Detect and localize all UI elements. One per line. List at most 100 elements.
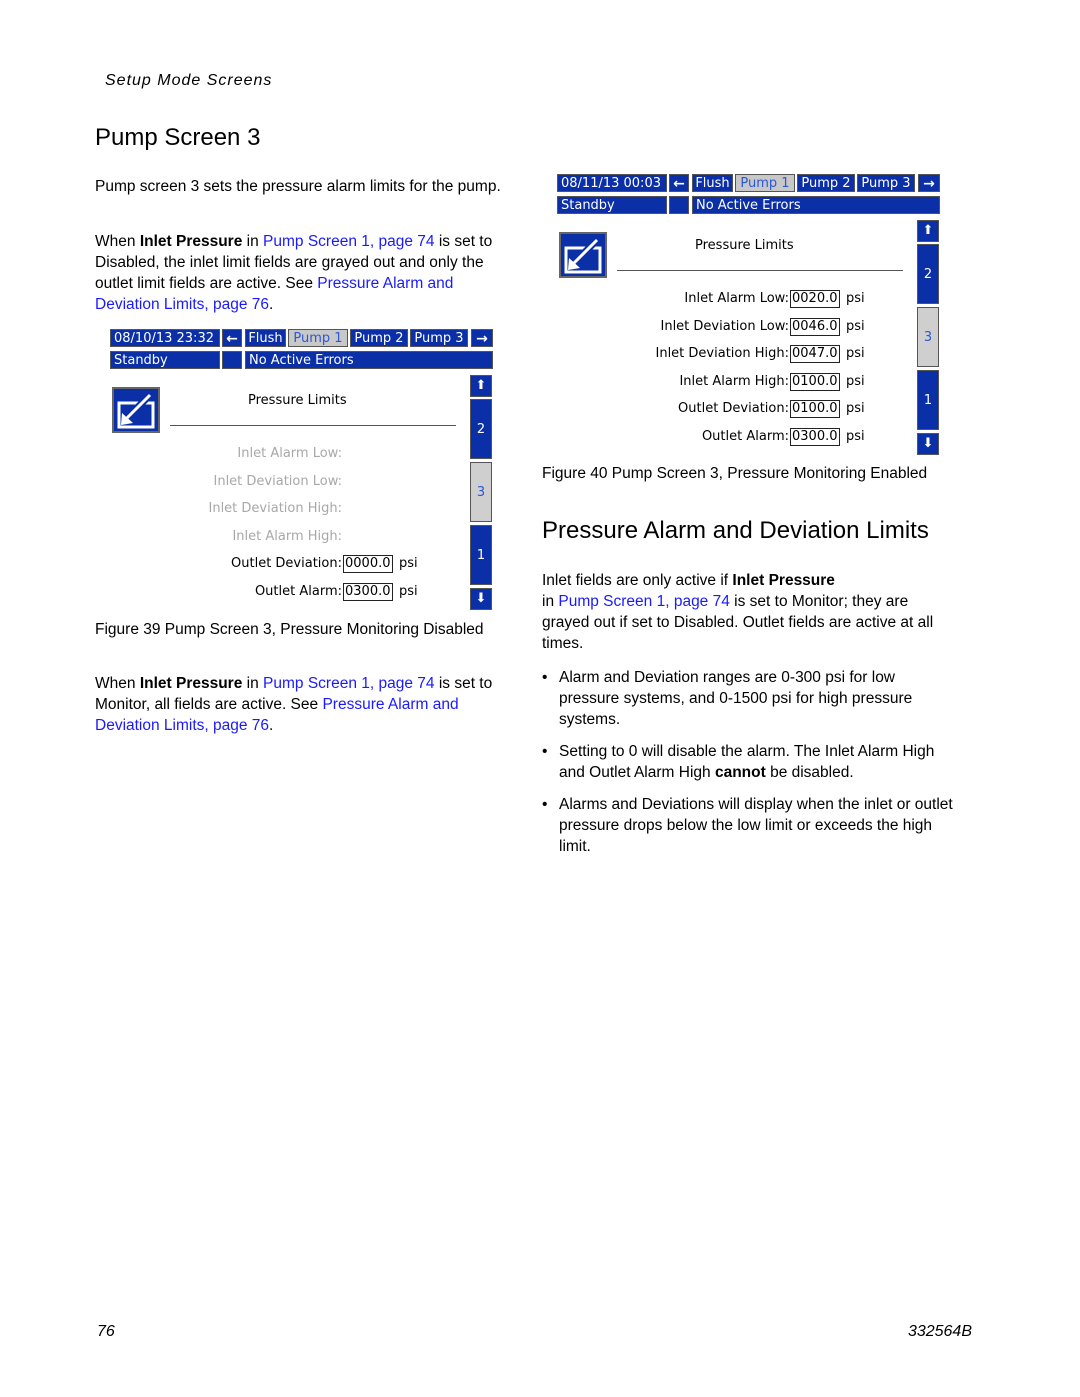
page-button-2[interactable]: 2 xyxy=(470,399,492,459)
errors-display: No Active Errors xyxy=(692,196,940,214)
label-text: Outlet Deviation: xyxy=(231,556,342,571)
bold-term: cannot xyxy=(714,764,766,781)
field-label: Outlet Deviation: xyxy=(231,555,342,573)
monitor-paragraph: When Inlet Pressure in Pump Screen 1, pa… xyxy=(95,673,515,736)
unit-label: psi xyxy=(846,373,865,389)
label-text: Outlet Alarm: xyxy=(254,583,342,599)
nav-left-arrow-icon[interactable]: ← xyxy=(669,174,689,192)
value-input[interactable]: 0300.0 xyxy=(343,582,393,601)
value-input[interactable]: 0047.0 xyxy=(790,345,840,363)
text: Inlet fields are only active if xyxy=(542,572,733,589)
label-text: Inlet Alarm High: xyxy=(232,528,342,544)
edit-icon[interactable] xyxy=(559,232,607,278)
bullet-icon: • xyxy=(542,743,548,760)
page-button-3[interactable]: 3 xyxy=(917,307,939,367)
label-text: Inlet Deviation High: xyxy=(208,501,343,516)
label-text: Inlet Alarm High: xyxy=(679,373,789,389)
edit-icon[interactable] xyxy=(112,387,160,433)
page-button-1[interactable]: 1 xyxy=(917,370,939,430)
bold-term: Inlet Pressure xyxy=(732,572,835,589)
scroll-up-icon[interactable]: ⬆ xyxy=(470,375,492,397)
unit-label: psi xyxy=(846,428,865,444)
label-text: Inlet Alarm Low: xyxy=(237,446,342,461)
bullet-item: • Alarm and Deviation ranges are 0-300 p… xyxy=(542,667,962,730)
section-header: Setup Mode Screens xyxy=(105,72,273,89)
nav-left-arrow-icon[interactable]: ← xyxy=(222,329,242,347)
field-label: Outlet Deviation: xyxy=(678,400,789,418)
value-input[interactable]: 0300.0 xyxy=(790,427,840,446)
unit-label: psi xyxy=(399,556,418,571)
unit-label: psi xyxy=(846,291,865,306)
tab-flush[interactable]: Flush xyxy=(245,329,286,347)
tab-pump-3[interactable]: Pump 3 xyxy=(857,174,915,192)
field-label: Inlet Alarm High: xyxy=(232,528,342,546)
field-label: Inlet Alarm Low: xyxy=(684,290,789,308)
text: in xyxy=(242,233,264,250)
text: be disabled. xyxy=(765,764,854,781)
text: When xyxy=(95,675,140,692)
text: in xyxy=(242,675,264,692)
field-label: Inlet Deviation High: xyxy=(656,345,790,363)
tab-pump-1[interactable]: Pump 1 xyxy=(288,329,348,347)
field-label: Outlet Alarm: xyxy=(702,428,789,446)
page-button-3[interactable]: 3 xyxy=(470,462,492,522)
page-number: 76 xyxy=(97,1323,115,1340)
label-text: Inlet Alarm Low: xyxy=(684,291,789,306)
status-display: Standby xyxy=(557,196,667,214)
link-pump-screen-1[interactable]: Pump Screen 1, page 74 xyxy=(263,233,434,250)
disabled-paragraph: When Inlet Pressure in Pump Screen 1, pa… xyxy=(95,231,515,315)
label-text: Inlet Deviation Low: xyxy=(213,473,343,489)
page-button-2[interactable]: 2 xyxy=(917,244,939,304)
title-divider xyxy=(617,270,903,271)
tab-pump-1[interactable]: Pump 1 xyxy=(735,174,795,192)
bullet-icon: • xyxy=(542,669,548,686)
value-input[interactable]: 0000.0 xyxy=(343,555,393,573)
scroll-down-icon[interactable]: ⬇ xyxy=(470,588,492,610)
page-button-1[interactable]: 1 xyxy=(470,525,492,585)
label-text: Outlet Alarm: xyxy=(701,428,789,444)
status-indicator xyxy=(669,196,689,214)
value-input[interactable]: 0100.0 xyxy=(790,372,840,391)
bullet-item: • Setting to 0 will disable the alarm. T… xyxy=(542,741,962,783)
bold-term: Inlet Pressure xyxy=(139,675,243,692)
nav-right-arrow-icon[interactable]: → xyxy=(918,174,940,192)
status-indicator xyxy=(222,351,242,369)
scroll-down-icon[interactable]: ⬇ xyxy=(917,433,939,455)
text: in xyxy=(542,593,559,610)
tab-pump-2[interactable]: Pump 2 xyxy=(350,329,408,347)
label-text: Outlet Deviation: xyxy=(678,401,789,416)
scroll-up-icon[interactable]: ⬆ xyxy=(917,220,939,242)
link-pump-screen-1[interactable]: Pump Screen 1, page 74 xyxy=(263,675,434,692)
document-id: 332564B xyxy=(907,1323,972,1340)
figure40-caption: Figure 40 Pump Screen 3, Pressure Monito… xyxy=(542,465,928,482)
tab-pump-3[interactable]: Pump 3 xyxy=(410,329,468,347)
intro-paragraph: Pump screen 3 sets the pressure alarm li… xyxy=(95,178,501,195)
link-pump-screen-1[interactable]: Pump Screen 1, page 74 xyxy=(558,593,729,610)
title-divider xyxy=(170,425,456,426)
value-input[interactable]: 0100.0 xyxy=(790,400,840,418)
hmi-screen-fig39: 08/10/13 23:32 ← Flush Pump 1 Pump 2 Pump 3 → S… xyxy=(110,329,495,619)
tab-pump-2[interactable]: Pump 2 xyxy=(797,174,855,192)
text: . xyxy=(269,717,274,734)
bullet-text: Alarms and Deviations will display when … xyxy=(559,796,953,855)
hmi-screen-fig40: 08/11/13 00:03 ← Flush Pump 1 Pump 2 Pump 3 → S… xyxy=(557,174,942,464)
field-label: Inlet Alarm High: xyxy=(679,373,789,391)
tab-flush[interactable]: Flush xyxy=(692,174,733,192)
unit-label: psi xyxy=(846,401,865,416)
value-input[interactable]: 0046.0 xyxy=(790,317,840,336)
text: . xyxy=(269,296,274,313)
bold-term: Inlet Pressure xyxy=(139,233,243,250)
nav-right-arrow-icon[interactable]: → xyxy=(471,329,493,347)
unit-label: psi xyxy=(846,346,865,361)
page-title: Pump Screen 3 xyxy=(95,124,261,151)
unit-label: psi xyxy=(846,318,865,334)
field-label: Outlet Alarm: xyxy=(255,583,342,601)
field-label: Inlet Alarm Low: xyxy=(237,445,342,463)
bullet-text: Setting to 0 will disable the alarm. The… xyxy=(559,741,959,783)
value-input[interactable]: 0020.0 xyxy=(790,290,840,308)
field-label: Inlet Deviation High: xyxy=(209,500,343,518)
bullet-text: Alarm and Deviation ranges are 0-300 psi… xyxy=(559,669,913,728)
datetime-display: 08/11/13 00:03 xyxy=(557,174,667,192)
field-label: Inlet Deviation Low: xyxy=(214,473,343,491)
bullet-item: • Alarms and Deviations will display whe… xyxy=(542,794,962,857)
